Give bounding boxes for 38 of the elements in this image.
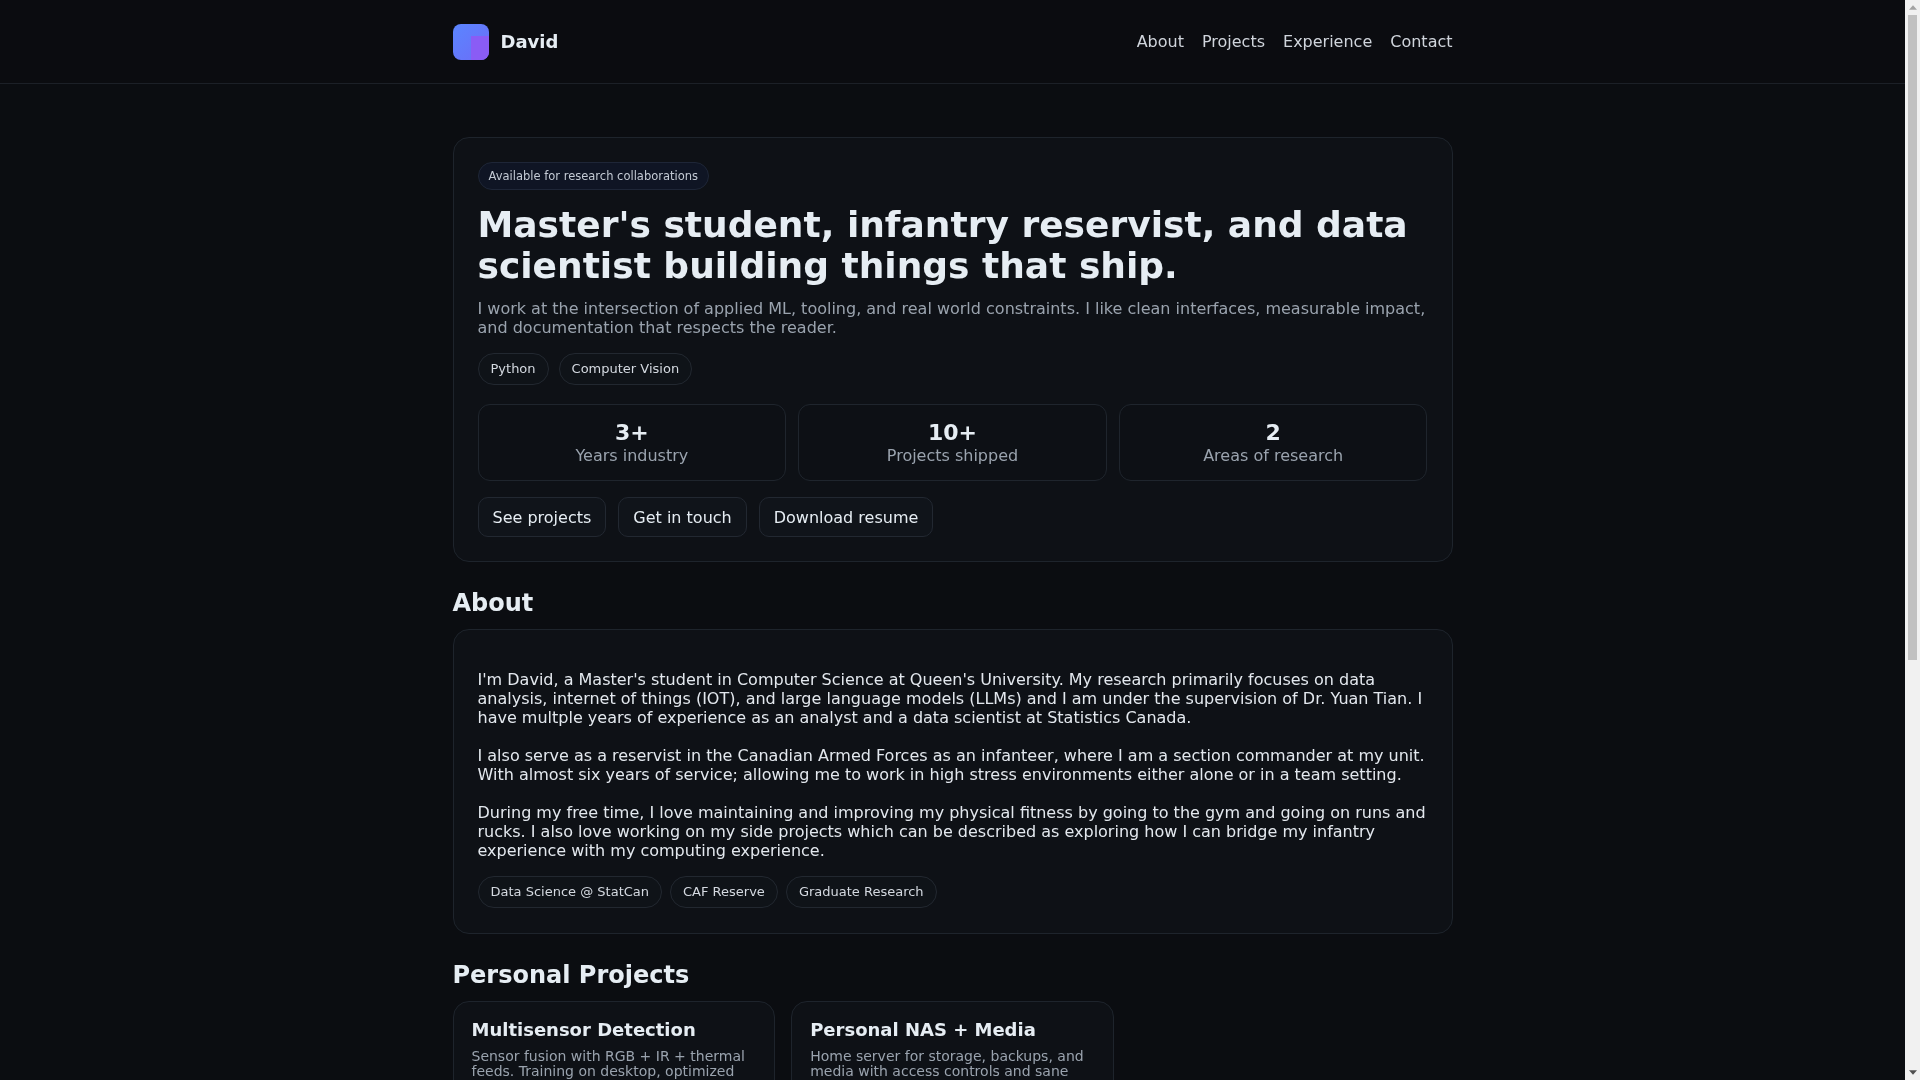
stat-label: Years industry (575, 446, 689, 466)
about-paragraph: I also serve as a reservist in the Canadian Armed Forces as an infanteer, where I am a section commander at my unit. With almost six years of service; allowing me to work in high stress environments either alone or in a team setting. (477, 746, 1426, 784)
stat-value: 10+ (927, 420, 977, 446)
action-button[interactable]: See projects (477, 497, 607, 537)
about-paragraph: I'm David, a Master's student in Computer Science at Queen's University. My research primarily focuses on data analysis, internet of things (IOT), and large language models (LLMs) and I am under the supervision of Dr. Yuan Tian. I have multple years of experience as an analyst and a data scientist at Statistics Canada. (477, 670, 1424, 727)
stat-label: Areas of research (1203, 446, 1344, 466)
project-description: Home server for storage, backups, and media with access controls and sane (810, 1049, 1085, 1079)
project-card[interactable]: Multisensor Detection Sensor fusion with RGB + IR + thermal feeds. Training on desktop, optimized (452, 1001, 776, 1080)
section-heading: Personal Projects (452, 961, 691, 990)
nav-link[interactable]: Contact (1390, 32, 1453, 51)
tag: Graduate Research (785, 876, 937, 908)
scrollbar-thumb[interactable] (1908, 15, 1917, 660)
hero-intro: I work at the intersection of applied ML, tooling, and real world constraints. I like clean interfaces, measurable impact, and documentation that respects the reader. (477, 299, 1427, 337)
project-card[interactable]: Personal NAS + Media Home server for storage, backups, and media with access controls and sane (791, 1001, 1114, 1080)
skill-tag: Python (477, 353, 549, 385)
action-button[interactable]: Download resume (758, 497, 934, 537)
tag: CAF Reserve (670, 876, 778, 908)
project-title: Personal NAS + Media (810, 1019, 1037, 1041)
project-description: Sensor fusion with RGB + IR + thermal feeds. Training on desktop, optimized (471, 1049, 746, 1079)
stat-value: 2 (1265, 420, 1281, 446)
nav-link[interactable]: Experience (1283, 32, 1373, 51)
nav-link[interactable]: About (1136, 32, 1184, 51)
action-button[interactable]: Get in touch (618, 497, 747, 537)
project-title: Multisensor Detection (471, 1019, 697, 1041)
stat-label: Projects shipped (886, 446, 1019, 466)
availability-badge: Available for research collaborations (477, 162, 709, 190)
nav-link[interactable]: Projects (1201, 32, 1265, 51)
hero-title: Master's student, infantry reservist, and data scientist building things that ship. (477, 204, 1409, 286)
section-heading: About (452, 589, 535, 618)
about-paragraph: During my free time, I love maintaining and improving my physical fitness by going to the gym and going on runs and rucks. I also love working on my side projects which can be described as exploring how I can bridge my infantry experience with my computing experience. (477, 803, 1427, 860)
logo-icon (452, 23, 489, 60)
stat-value: 3+ (614, 420, 649, 446)
tag: Data Science @ StatCan (477, 876, 663, 908)
scroll-up-icon[interactable] (1908, 5, 1917, 10)
skill-tag: Computer Vision (558, 353, 693, 385)
scroll-down-icon[interactable] (1908, 1070, 1917, 1075)
brand-name: David (500, 31, 559, 52)
scrollbar[interactable] (1905, 0, 1920, 1080)
